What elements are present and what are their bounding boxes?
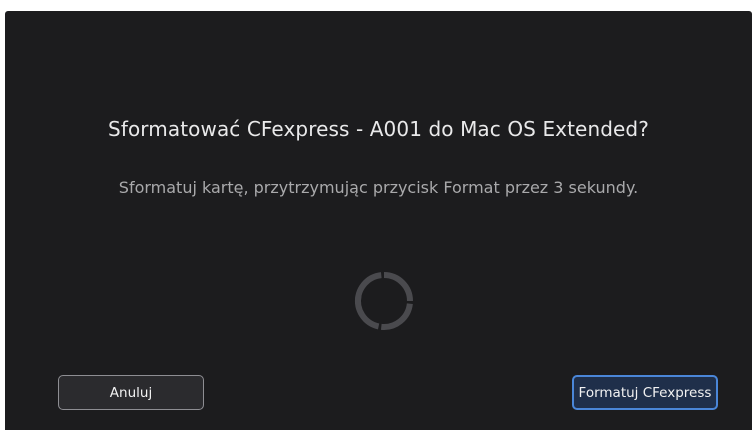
dialog-message: Sformatuj kartę, przytrzymując przycisk … xyxy=(118,178,639,197)
loading-spinner-icon xyxy=(355,272,413,330)
spinner-segment xyxy=(380,303,413,330)
format-dialog-screen: Sformatować CFexpress - A001 do Mac OS E… xyxy=(5,11,752,430)
format-button-label: Formatuj CFexpress xyxy=(578,384,712,401)
spinner-segment xyxy=(383,272,413,302)
dialog-title: Sformatować CFexpress - A001 do Mac OS E… xyxy=(108,117,649,141)
cancel-button-label: Anuluj xyxy=(109,384,153,401)
cancel-button[interactable]: Anuluj xyxy=(58,375,204,410)
spinner-segment xyxy=(355,272,382,305)
format-cfexpress-button[interactable]: Formatuj CFexpress xyxy=(572,375,718,410)
